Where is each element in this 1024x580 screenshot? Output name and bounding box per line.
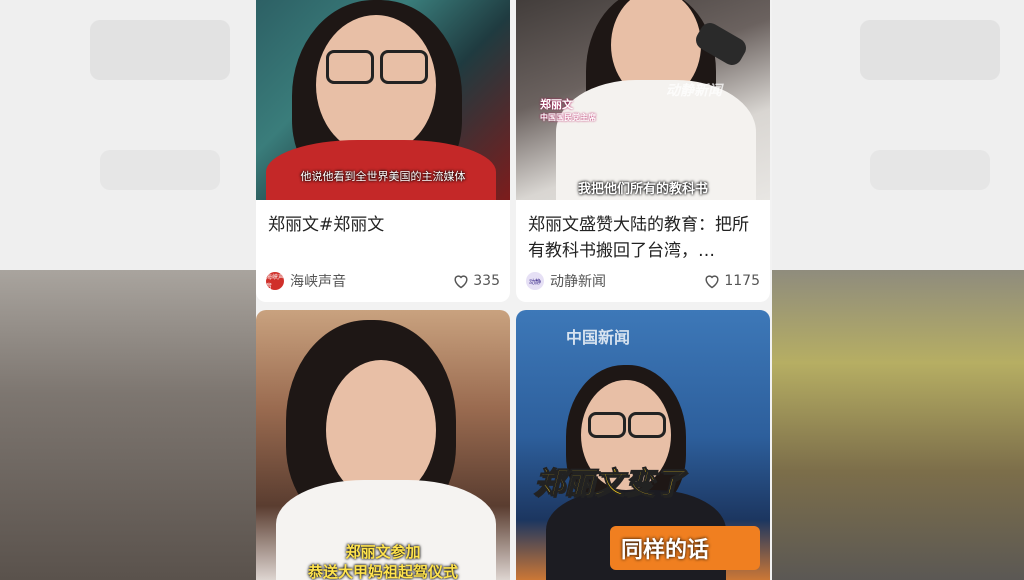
- card-title[interactable]: 郑丽文盛赞大陆的教育：把所有教科书搬回了台湾，…: [528, 212, 758, 264]
- video-subtitle: 我把他们所有的教科书: [577, 182, 708, 197]
- card-meta: 动静 动静新闻 1175: [526, 270, 760, 292]
- name-tag: 郑丽文 中国国民党主席: [540, 98, 596, 122]
- video-caption: 郑丽文参加 恭送大甲妈祖起驾仪式: [307, 543, 458, 580]
- video-feed: 他说他看到全世界美国的主流媒体 郑丽文#郑丽文 海峡声音 海峡声音 335 动静…: [256, 0, 772, 580]
- card-title[interactable]: 郑丽文#郑丽文: [268, 212, 498, 238]
- author-avatar[interactable]: 动静: [526, 272, 544, 290]
- watermark: 动静新闻: [666, 83, 722, 99]
- feed-card[interactable]: 中国新闻 郑丽文变了 同样的话: [516, 310, 770, 580]
- video-thumbnail[interactable]: 中国新闻 郑丽文变了 同样的话: [516, 310, 770, 580]
- card-meta: 海峡声音 海峡声音 335: [266, 270, 500, 292]
- feed-card[interactable]: 他说他看到全世界美国的主流媒体 郑丽文#郑丽文 海峡声音 海峡声音 335: [256, 0, 510, 302]
- video-subtitle: 他说他看到全世界美国的主流媒体: [300, 170, 466, 183]
- author-name[interactable]: 海峡声音: [290, 271, 452, 291]
- like-button[interactable]: 1175: [703, 273, 760, 289]
- feed-card[interactable]: 动静新闻 郑丽文 中国国民党主席 我把他们所有的教科书 郑丽文盛赞大陆的教育：把…: [516, 0, 770, 302]
- feed-card[interactable]: 郑丽文参加 恭送大甲妈祖起驾仪式: [256, 310, 510, 580]
- video-thumbnail[interactable]: 他说他看到全世界美国的主流媒体: [256, 0, 510, 200]
- blurred-background-right: [770, 0, 1024, 580]
- blurred-background-left: [0, 0, 256, 580]
- video-caption: 郑丽文变了: [534, 466, 685, 502]
- channel-banner: 中国新闻: [566, 328, 631, 347]
- heart-icon: [705, 275, 719, 289]
- video-caption-secondary: 同样的话: [621, 538, 710, 563]
- author-name[interactable]: 动静新闻: [550, 271, 703, 291]
- video-thumbnail[interactable]: 郑丽文参加 恭送大甲妈祖起驾仪式: [256, 310, 510, 580]
- like-button[interactable]: 335: [452, 273, 500, 289]
- video-thumbnail[interactable]: 动静新闻 郑丽文 中国国民党主席 我把他们所有的教科书: [516, 0, 770, 200]
- like-count: 1175: [724, 273, 760, 289]
- like-count: 335: [473, 273, 500, 289]
- author-avatar[interactable]: 海峡声音: [266, 272, 284, 290]
- heart-icon: [454, 275, 468, 289]
